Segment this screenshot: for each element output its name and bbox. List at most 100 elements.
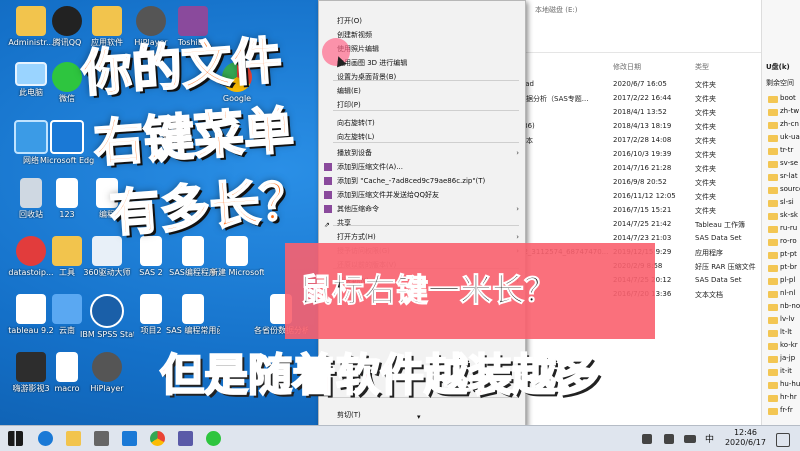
- edge-taskbar-icon[interactable]: [38, 431, 53, 446]
- file-row[interactable]: 2014/7/16 21:28 文件夹: [523, 164, 761, 176]
- drive-folder-item[interactable]: it-it: [780, 367, 792, 375]
- folder-icon: [52, 236, 82, 266]
- wechat-icon: [52, 62, 82, 92]
- file-row[interactable]: 2016/11/12 12:05 文件夹: [523, 192, 761, 204]
- folder-icon: [768, 109, 778, 116]
- context-menu-item[interactable]: 播放到设备 ›: [319, 147, 525, 159]
- drive-folder-item[interactable]: sk-sk: [780, 211, 798, 219]
- drive-folder-item[interactable]: boot: [780, 94, 796, 102]
- drive-folder-item[interactable]: pt-pt: [780, 250, 797, 258]
- drive-folder-item[interactable]: ro-ro: [780, 237, 797, 245]
- context-menu-item[interactable]: 打开(O): [319, 15, 525, 27]
- taskbar: 中 12:46 2020/6/17: [0, 425, 800, 451]
- drive-folder-item[interactable]: ja-jp: [780, 354, 795, 362]
- context-menu-item[interactable]: 使用画图 3D 进行编辑: [319, 57, 525, 69]
- folder-icon: [768, 213, 778, 220]
- drive-label[interactable]: U盘(k): [766, 62, 790, 72]
- edge-icon: [50, 120, 84, 154]
- file-row-type: 好压 RAR 压缩文件: [695, 263, 756, 271]
- drive-folder-item[interactable]: lt-lt: [780, 328, 792, 336]
- drive-folder-item[interactable]: sl-si: [780, 198, 794, 206]
- context-menu-item[interactable]: 打印(P): [319, 99, 525, 111]
- context-menu-item[interactable]: 创建新视频: [319, 29, 525, 41]
- folder-icon: [768, 291, 778, 298]
- file-explorer-taskbar-icon[interactable]: [66, 431, 81, 446]
- mail-taskbar-icon[interactable]: [122, 431, 137, 446]
- context-menu-item[interactable]: 向左旋转(L): [319, 131, 525, 143]
- drive-folder-item[interactable]: ko-kr: [780, 341, 798, 349]
- drive-folder-item[interactable]: pt-br: [780, 263, 797, 271]
- input-language[interactable]: 中: [705, 432, 714, 445]
- network-tray-icon[interactable]: [642, 434, 652, 444]
- wechat-taskbar-icon[interactable]: [206, 431, 221, 446]
- file-row-date: 2014/7/16 21:28: [613, 164, 672, 172]
- windows-start-icon[interactable]: [8, 431, 23, 446]
- caption-banner-text: 鼠标右键一米长？: [299, 271, 557, 310]
- drive-folder-item[interactable]: nb-no: [780, 302, 800, 310]
- drive-folder-item[interactable]: tr-tr: [780, 146, 793, 154]
- drive-folder-item[interactable]: ru-ru: [780, 224, 797, 232]
- file-row[interactable]: 数据分析（SAS专题... 2017/2/22 16:44 文件夹: [519, 94, 761, 106]
- drive-folder-item[interactable]: sr-lat: [780, 172, 798, 180]
- app-taskbar-icon[interactable]: [178, 431, 193, 446]
- drive-folder-item[interactable]: zh-cn: [780, 120, 799, 128]
- file-row[interactable]: load 2020/6/7 16:05 文件夹: [519, 80, 761, 92]
- store-taskbar-icon[interactable]: [94, 431, 109, 446]
- drive-folder-item[interactable]: sources: [780, 185, 800, 193]
- context-menu-item[interactable]: 打开方式(H) ›: [319, 231, 525, 243]
- folder-icon: [768, 252, 778, 259]
- chevron-down-icon: ▾: [417, 413, 421, 421]
- drive-folder-item[interactable]: nl-nl: [780, 289, 795, 297]
- desktop-icon-hiplayer2[interactable]: HiPlayer: [80, 352, 134, 393]
- drive-folder-item[interactable]: hu-hu: [780, 380, 800, 388]
- drive-folder-item[interactable]: pl-pl: [780, 276, 795, 284]
- file-row-type: 文件夹: [695, 137, 716, 145]
- context-menu-item[interactable]: 向右旋转(T): [319, 117, 525, 129]
- file-row[interactable]: 2018/4/1 13:52 文件夹: [523, 108, 761, 120]
- file-row[interactable]: 2016/9/8 20:52 文件夹: [523, 178, 761, 190]
- drive-folder-item[interactable]: sv-se: [780, 159, 798, 167]
- desktop-icon-new-doc[interactable]: 新建 Microsoft...: [210, 236, 264, 277]
- column-header-modified[interactable]: 修改日期: [613, 62, 641, 72]
- context-menu-item-label: 其他压缩命令: [337, 205, 379, 213]
- notification-icon[interactable]: [776, 433, 790, 447]
- drive-folder-item[interactable]: fr-fr: [780, 406, 793, 414]
- context-menu-item[interactable]: 添加到 "Cache_-7ad8ced9c79ae86c.zip"(T): [319, 175, 525, 187]
- file-row-type: Tableau 工作簿: [695, 221, 746, 229]
- volume-tray-icon[interactable]: [664, 434, 674, 444]
- file-row[interactable]: x86) 2018/4/13 18:19 文件夹: [519, 122, 761, 134]
- context-menu-item[interactable]: 编辑(E): [319, 85, 525, 97]
- drive-folder-item[interactable]: hr-hr: [780, 393, 797, 401]
- separator-line: [523, 52, 761, 53]
- folder-icon: [768, 304, 778, 311]
- file-icon: [56, 178, 78, 208]
- context-menu-item[interactable]: 其他压缩命令 ›: [319, 203, 525, 215]
- breadcrumb[interactable]: 本地磁盘 (E:): [535, 5, 577, 15]
- file-row[interactable]: 脚本 2017/2/28 14:08 文件夹: [519, 136, 761, 148]
- file-row[interactable]: 2016/10/3 19:39 文件夹: [523, 150, 761, 162]
- context-menu-item[interactable]: ⇗ 共享: [319, 217, 525, 229]
- file-row[interactable]: 2014/7/25 21:42 Tableau 工作簿: [523, 220, 761, 232]
- file-row[interactable]: 2016/7/15 15:21 文件夹: [523, 206, 761, 218]
- desktop-icon-sas-functions[interactable]: SAS 编程常用函数: [166, 294, 220, 335]
- winrar-icon: [324, 205, 332, 213]
- context-menu-item[interactable]: 设置为桌面背景(B): [319, 71, 525, 83]
- folder-icon: [768, 395, 778, 402]
- file-row-type: 文件夹: [695, 207, 716, 215]
- column-header-type[interactable]: 类型: [695, 62, 709, 72]
- battery-tray-icon[interactable]: [684, 435, 696, 443]
- desktop-icon-edge[interactable]: Microsoft Edge: [40, 120, 94, 165]
- drive-folder-item[interactable]: lv-lv: [780, 315, 795, 323]
- scroll-down-arrow[interactable]: ▾: [319, 411, 525, 423]
- file-icon: [56, 352, 78, 382]
- context-menu-item[interactable]: 添加到压缩文件并发送给QQ好友: [319, 189, 525, 201]
- context-menu-item[interactable]: 添加到压缩文件(A)...: [319, 161, 525, 173]
- file-row-date: 2020/6/7 16:05: [613, 80, 667, 88]
- drive-folder-item[interactable]: uk-ua: [780, 133, 800, 141]
- context-menu-item-label: 打开(O): [337, 17, 362, 25]
- file-row-date: 2014/7/25 21:42: [613, 220, 672, 228]
- drive-folder-item[interactable]: zh-tw: [780, 107, 799, 115]
- clock[interactable]: 12:46 2020/6/17: [725, 428, 766, 448]
- chrome-taskbar-icon[interactable]: [150, 431, 165, 446]
- file-row-date: 2014/7/23 21:03: [613, 234, 672, 242]
